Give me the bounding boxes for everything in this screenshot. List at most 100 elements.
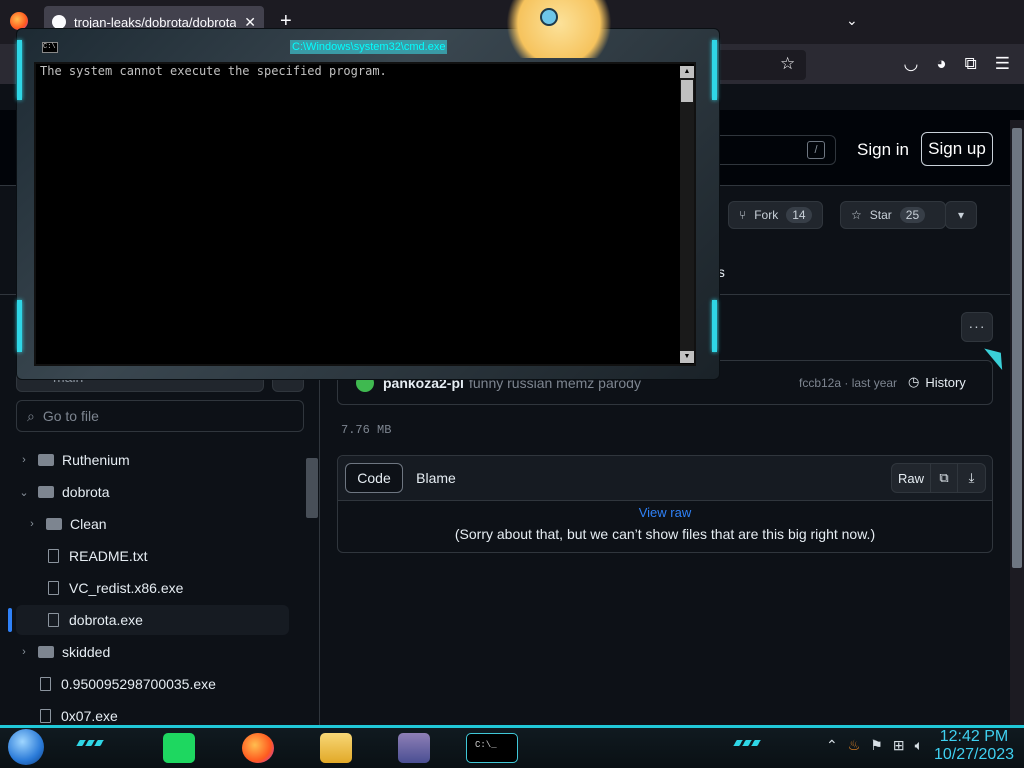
tree-file-row[interactable]: dobrota.exe (0, 605, 304, 635)
caret-down-icon: ▾ (957, 208, 965, 222)
file-icon (48, 613, 59, 627)
taskbar-glow (76, 740, 106, 746)
star-dropdown-button[interactable]: ▾ (945, 201, 977, 229)
tree-item-label: 0x07.exe (61, 708, 118, 724)
chevron-icon[interactable]: › (16, 454, 32, 466)
sign-in-link[interactable]: Sign in (857, 140, 909, 160)
fork-icon: ⑂ (739, 208, 747, 222)
raw-actions: Raw ⧉ ⤓ (891, 463, 986, 493)
tree-item-label: dobrota (62, 484, 110, 500)
cmd-console[interactable] (34, 62, 696, 366)
tree-folder-row[interactable]: › Clean (0, 509, 304, 539)
account-icon[interactable]: ◕ (936, 54, 946, 74)
firefox-taskbar-icon[interactable] (242, 733, 274, 763)
spotify-taskbar-icon[interactable] (163, 733, 195, 763)
cmd-output: The system cannot execute the specified … (40, 64, 387, 78)
history-icon: ◷ (908, 374, 920, 389)
tree-item-label: README.txt (69, 548, 148, 564)
cmd-scrollbar[interactable]: ▲ ▼ (680, 66, 694, 363)
file-icon (48, 581, 59, 595)
download-icon[interactable]: ⤓ (958, 464, 985, 492)
scroll-down-icon[interactable]: ▼ (680, 351, 694, 363)
history-button[interactable]: ◷ History (908, 374, 966, 390)
star-icon: ☆ (851, 208, 862, 222)
volume-icon[interactable]: 🔈︎ (915, 737, 923, 754)
clock-date: 10/27/2023 (933, 746, 1015, 763)
go-to-file-input[interactable]: ⌕ Go to file (16, 400, 304, 432)
chevron-icon[interactable]: › (24, 518, 40, 530)
frame-glow (712, 40, 717, 100)
folder-icon (46, 518, 62, 530)
frame-glow (17, 300, 22, 352)
scroll-up-icon[interactable]: ▲ (680, 66, 694, 78)
cmd-scroll-thumb[interactable] (681, 80, 693, 102)
file-icon (48, 549, 59, 563)
history-label: History (925, 374, 966, 390)
extensions-icon[interactable]: ⧉ (965, 54, 977, 74)
copy-icon[interactable]: ⧉ (931, 464, 958, 492)
tree-item-label: Ruthenium (62, 452, 130, 468)
file-too-big-notice: (Sorry about that, but we can’t show fil… (454, 526, 876, 542)
commit-hash-time[interactable]: fccb12a · last year (799, 376, 897, 390)
cmd-icon[interactable]: C:\ (42, 42, 58, 53)
tree-folder-row[interactable]: ⌄ dobrota (0, 477, 304, 507)
go-to-file-placeholder: Go to file (42, 408, 99, 424)
tree-item-label: 0.950095298700035.exe (61, 676, 216, 692)
menu-icon[interactable]: ☰ (995, 54, 1010, 74)
tab-list-chevron-icon[interactable]: ⌄ (846, 12, 858, 29)
action-center-flag-icon[interactable]: ⚑ (870, 737, 883, 754)
tree-file-row[interactable]: VC_redist.x86.exe (0, 573, 304, 603)
chevron-icon[interactable]: › (16, 646, 32, 658)
more-options-button[interactable]: ··· (961, 312, 993, 342)
star-button[interactable]: ☆ Star 25 (840, 201, 946, 229)
tree-item-label: dobrota.exe (69, 612, 143, 628)
toolbar-icons: ◡ ◕ ⧉ ☰ (903, 54, 1010, 74)
start-button[interactable] (8, 729, 44, 765)
tree-file-row[interactable]: README.txt (0, 541, 304, 571)
system-tray: ⌃ ♨ ⚑ ⊞ 🔈︎ (826, 737, 923, 754)
sign-up-button[interactable]: Sign up (921, 132, 993, 166)
fork-label: Fork (754, 208, 779, 222)
tree-item-label: skidded (62, 644, 111, 660)
scrollbar-thumb[interactable] (1012, 128, 1022, 568)
folder-icon (38, 486, 54, 498)
folder-icon (38, 646, 54, 658)
frame-glow (712, 300, 717, 352)
search-input[interactable]: / (700, 135, 836, 165)
tree-folder-row[interactable]: › skidded (0, 637, 304, 667)
file-size: 7.76 MB (341, 423, 392, 437)
tree-folder-row[interactable]: › Ruthenium (0, 445, 304, 475)
pocket-icon[interactable]: ◡ (903, 54, 918, 74)
taskbar-clock[interactable]: 12:42 PM 10/27/2023 (930, 728, 1018, 764)
cmd-window-title: C:\Windows\system32\cmd.exe (290, 40, 448, 54)
github-icon (52, 15, 66, 29)
fork-button[interactable]: ⑂ Fork 14 (728, 201, 823, 229)
raw-button[interactable]: Raw (892, 464, 931, 492)
show-hidden-icons-icon[interactable]: ⌃ (826, 737, 838, 754)
tree-item-label: VC_redist.x86.exe (69, 580, 184, 596)
fork-count: 14 (786, 207, 812, 223)
file-icon (40, 709, 51, 723)
star-label: Star (869, 208, 892, 222)
network-icon[interactable]: ⊞ (893, 737, 905, 754)
sidebar-scrollbar[interactable] (306, 458, 318, 518)
taskbar-glow (733, 740, 763, 746)
tree-file-row[interactable]: 0.950095298700035.exe (0, 669, 304, 699)
bookmark-star-icon[interactable]: ☆ (780, 54, 795, 74)
control-panel-taskbar-icon[interactable] (398, 733, 430, 763)
tree-item-label: Clean (70, 516, 107, 532)
chevron-icon[interactable]: ⌄ (16, 486, 32, 499)
search-shortcut-key: / (807, 141, 825, 159)
code-tab[interactable]: Code (345, 463, 403, 493)
cmd-taskbar-icon[interactable]: C:\_ (466, 733, 518, 763)
folder-icon (38, 454, 54, 466)
file-explorer-taskbar-icon[interactable] (320, 733, 352, 763)
mascot-eye (540, 8, 558, 26)
view-raw-link[interactable]: View raw (337, 505, 993, 520)
clock-time: 12:42 PM (939, 728, 1009, 745)
page-scrollbar[interactable] (1010, 120, 1024, 725)
search-icon: ⌕ (27, 407, 35, 424)
star-count: 25 (899, 207, 926, 223)
java-update-icon[interactable]: ♨ (848, 737, 861, 754)
blame-tab[interactable]: Blame (406, 463, 466, 493)
